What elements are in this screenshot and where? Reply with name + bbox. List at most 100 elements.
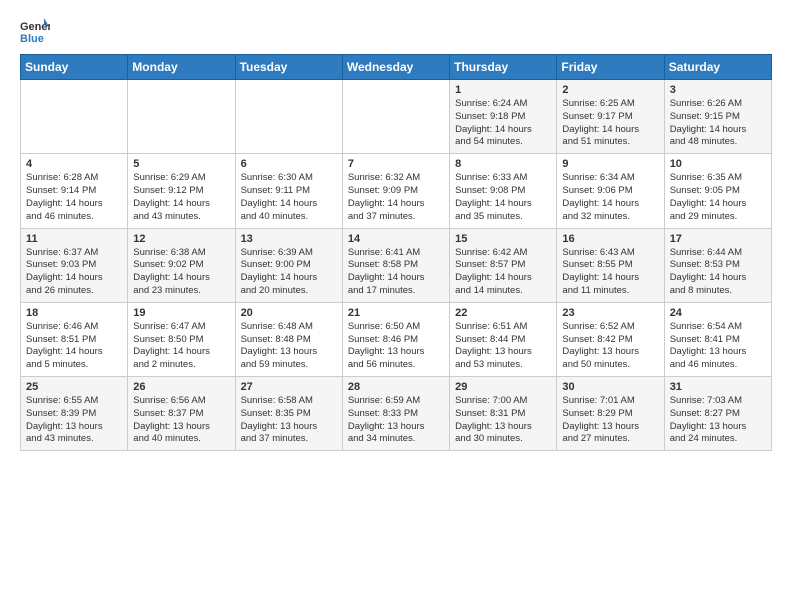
cell-text: and 37 minutes. <box>348 211 444 224</box>
cell-text: Sunset: 8:50 PM <box>133 334 229 347</box>
cell-text: Sunrise: 7:01 AM <box>562 395 658 408</box>
cell-text: Sunset: 8:29 PM <box>562 408 658 421</box>
calendar-cell: 24Sunrise: 6:54 AMSunset: 8:41 PMDayligh… <box>664 302 771 376</box>
cell-text: and 46 minutes. <box>670 359 766 372</box>
cell-text: and 14 minutes. <box>455 285 551 298</box>
calendar-cell <box>21 80 128 154</box>
cell-text: Sunset: 9:05 PM <box>670 185 766 198</box>
cell-text: Daylight: 13 hours <box>670 421 766 434</box>
col-header-thursday: Thursday <box>450 55 557 80</box>
cell-text: Daylight: 13 hours <box>455 421 551 434</box>
logo-icon: General Blue <box>20 16 50 46</box>
day-number: 18 <box>26 307 122 319</box>
cell-text: Sunset: 9:17 PM <box>562 111 658 124</box>
calendar-cell: 8Sunrise: 6:33 AMSunset: 9:08 PMDaylight… <box>450 154 557 228</box>
cell-text: Sunrise: 6:54 AM <box>670 321 766 334</box>
cell-text: and 53 minutes. <box>455 359 551 372</box>
cell-text: Sunrise: 6:47 AM <box>133 321 229 334</box>
cell-text: and 48 minutes. <box>670 136 766 149</box>
cell-text: Sunrise: 7:00 AM <box>455 395 551 408</box>
day-number: 9 <box>562 158 658 170</box>
cell-text: and 20 minutes. <box>241 285 337 298</box>
cell-text: Sunset: 8:48 PM <box>241 334 337 347</box>
day-number: 31 <box>670 381 766 393</box>
cell-text: Daylight: 13 hours <box>348 346 444 359</box>
calendar-cell: 6Sunrise: 6:30 AMSunset: 9:11 PMDaylight… <box>235 154 342 228</box>
page: General Blue SundayMondayTuesdayWednesda… <box>0 0 792 461</box>
day-number: 12 <box>133 233 229 245</box>
day-number: 3 <box>670 84 766 96</box>
cell-text: and 30 minutes. <box>455 433 551 446</box>
day-number: 7 <box>348 158 444 170</box>
calendar-cell: 9Sunrise: 6:34 AMSunset: 9:06 PMDaylight… <box>557 154 664 228</box>
calendar-cell: 12Sunrise: 6:38 AMSunset: 9:02 PMDayligh… <box>128 228 235 302</box>
day-number: 2 <box>562 84 658 96</box>
cell-text: Sunrise: 6:37 AM <box>26 247 122 260</box>
cell-text: and 23 minutes. <box>133 285 229 298</box>
col-header-monday: Monday <box>128 55 235 80</box>
cell-text: Daylight: 14 hours <box>455 272 551 285</box>
cell-text: Sunrise: 6:41 AM <box>348 247 444 260</box>
cell-text: and 51 minutes. <box>562 136 658 149</box>
day-number: 6 <box>241 158 337 170</box>
cell-text: Sunset: 9:09 PM <box>348 185 444 198</box>
cell-text: Daylight: 14 hours <box>455 124 551 137</box>
cell-text: Daylight: 14 hours <box>133 272 229 285</box>
cell-text: Sunrise: 6:43 AM <box>562 247 658 260</box>
cell-text: Sunrise: 6:59 AM <box>348 395 444 408</box>
cell-text: Daylight: 13 hours <box>562 421 658 434</box>
calendar-table: SundayMondayTuesdayWednesdayThursdayFrid… <box>20 54 772 451</box>
calendar-cell <box>235 80 342 154</box>
cell-text: Daylight: 14 hours <box>562 124 658 137</box>
cell-text: and 40 minutes. <box>133 433 229 446</box>
cell-text: Sunset: 8:57 PM <box>455 259 551 272</box>
cell-text: and 24 minutes. <box>670 433 766 446</box>
cell-text: Sunrise: 6:58 AM <box>241 395 337 408</box>
calendar-cell: 22Sunrise: 6:51 AMSunset: 8:44 PMDayligh… <box>450 302 557 376</box>
calendar-cell: 3Sunrise: 6:26 AMSunset: 9:15 PMDaylight… <box>664 80 771 154</box>
calendar-cell <box>128 80 235 154</box>
calendar-cell: 11Sunrise: 6:37 AMSunset: 9:03 PMDayligh… <box>21 228 128 302</box>
cell-text: Sunrise: 6:26 AM <box>670 98 766 111</box>
cell-text: and 17 minutes. <box>348 285 444 298</box>
cell-text: Sunset: 9:18 PM <box>455 111 551 124</box>
calendar-cell: 27Sunrise: 6:58 AMSunset: 8:35 PMDayligh… <box>235 377 342 451</box>
cell-text: Daylight: 13 hours <box>241 421 337 434</box>
calendar-cell: 31Sunrise: 7:03 AMSunset: 8:27 PMDayligh… <box>664 377 771 451</box>
calendar-cell: 2Sunrise: 6:25 AMSunset: 9:17 PMDaylight… <box>557 80 664 154</box>
calendar-cell: 28Sunrise: 6:59 AMSunset: 8:33 PMDayligh… <box>342 377 449 451</box>
cell-text: and 43 minutes. <box>26 433 122 446</box>
calendar-cell: 26Sunrise: 6:56 AMSunset: 8:37 PMDayligh… <box>128 377 235 451</box>
day-number: 20 <box>241 307 337 319</box>
day-number: 24 <box>670 307 766 319</box>
col-header-tuesday: Tuesday <box>235 55 342 80</box>
day-number: 16 <box>562 233 658 245</box>
cell-text: Daylight: 14 hours <box>26 272 122 285</box>
week-row-1: 1Sunrise: 6:24 AMSunset: 9:18 PMDaylight… <box>21 80 772 154</box>
calendar-cell: 16Sunrise: 6:43 AMSunset: 8:55 PMDayligh… <box>557 228 664 302</box>
day-number: 28 <box>348 381 444 393</box>
calendar-cell <box>342 80 449 154</box>
cell-text: Sunset: 8:58 PM <box>348 259 444 272</box>
cell-text: and 46 minutes. <box>26 211 122 224</box>
cell-text: and 37 minutes. <box>241 433 337 446</box>
calendar-cell: 5Sunrise: 6:29 AMSunset: 9:12 PMDaylight… <box>128 154 235 228</box>
calendar-cell: 25Sunrise: 6:55 AMSunset: 8:39 PMDayligh… <box>21 377 128 451</box>
cell-text: Sunrise: 6:39 AM <box>241 247 337 260</box>
cell-text: Sunrise: 6:52 AM <box>562 321 658 334</box>
cell-text: Sunrise: 6:32 AM <box>348 172 444 185</box>
col-header-friday: Friday <box>557 55 664 80</box>
week-row-5: 25Sunrise: 6:55 AMSunset: 8:39 PMDayligh… <box>21 377 772 451</box>
day-number: 25 <box>26 381 122 393</box>
cell-text: Daylight: 13 hours <box>562 346 658 359</box>
cell-text: Sunset: 9:15 PM <box>670 111 766 124</box>
cell-text: Sunset: 8:44 PM <box>455 334 551 347</box>
cell-text: and 56 minutes. <box>348 359 444 372</box>
cell-text: and 54 minutes. <box>455 136 551 149</box>
cell-text: Daylight: 13 hours <box>241 346 337 359</box>
calendar-cell: 19Sunrise: 6:47 AMSunset: 8:50 PMDayligh… <box>128 302 235 376</box>
svg-text:Blue: Blue <box>20 33 44 45</box>
cell-text: Sunset: 9:02 PM <box>133 259 229 272</box>
cell-text: Sunrise: 6:42 AM <box>455 247 551 260</box>
day-number: 8 <box>455 158 551 170</box>
